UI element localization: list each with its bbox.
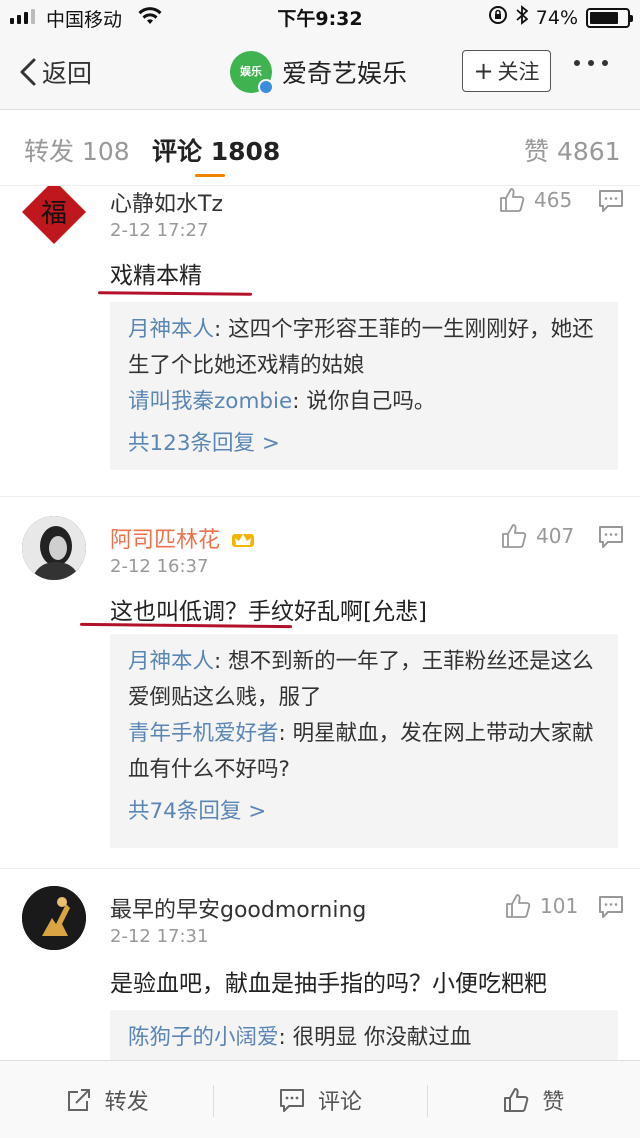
back-label: 返回 bbox=[42, 59, 93, 88]
avatar[interactable] bbox=[22, 886, 86, 950]
tab-count: 1808 bbox=[210, 137, 281, 166]
like-button[interactable]: 465 bbox=[498, 186, 572, 214]
thumbs-up-icon bbox=[504, 1087, 529, 1112]
like-count: 101 bbox=[540, 894, 579, 918]
bottom-toolbar: 转发 评论 赞 bbox=[0, 1060, 640, 1138]
active-tab-indicator bbox=[195, 174, 225, 177]
reply-item: 陈狗子的小阔爱: 很明显 你没献过血 bbox=[128, 1020, 600, 1056]
like-label: 赞 bbox=[542, 1089, 565, 1115]
chevron-left-icon bbox=[20, 58, 36, 86]
thumbs-up-icon bbox=[502, 524, 527, 548]
tab-bar: 转发 108 评论 1808 赞 4861 bbox=[0, 110, 640, 186]
comment-reply-icon[interactable] bbox=[598, 189, 624, 213]
tab-label: 评论 bbox=[152, 137, 203, 166]
tab-label: 赞 bbox=[524, 137, 550, 166]
repost-button[interactable]: 转发 bbox=[0, 1061, 213, 1138]
comment-username[interactable]: 阿司匹林花 bbox=[110, 522, 255, 554]
nav-bar: 返回 娱乐 爱奇艺娱乐 + 关注 bbox=[0, 36, 640, 110]
status-bar: 中国移动 下午9:32 74% bbox=[0, 0, 640, 36]
reply-preview[interactable]: 陈狗子的小阔爱: 很明显 你没献过血 bbox=[110, 1010, 618, 1060]
username-text: 阿司匹林花 bbox=[110, 528, 221, 553]
comment-username[interactable]: 最早的早安goodmorning bbox=[110, 892, 366, 924]
reply-item: 月神本人: 想不到新的一年了，王菲粉丝还是这么爱倒贴这么贱，服了 bbox=[128, 644, 600, 716]
divider bbox=[0, 496, 640, 497]
comment-text: 这也叫低调？手纹好乱啊[允悲] bbox=[110, 599, 427, 625]
logo-text: 娱乐 bbox=[240, 65, 262, 78]
comment-button[interactable]: 评论 bbox=[213, 1061, 426, 1138]
battery-icon bbox=[586, 7, 633, 28]
account-header[interactable]: 娱乐 爱奇艺娱乐 bbox=[230, 51, 408, 95]
reply-text: : 很明显 你没献过血 bbox=[278, 1025, 472, 1050]
avatar[interactable]: 福 bbox=[22, 186, 86, 244]
comment-reply-icon[interactable] bbox=[598, 525, 624, 549]
like-button[interactable]: 101 bbox=[504, 892, 578, 920]
reply-author[interactable]: 陈狗子的小阔爱 bbox=[128, 1025, 279, 1050]
svg-text:福: 福 bbox=[41, 199, 67, 229]
comment-text: 戏精本精 bbox=[110, 263, 202, 289]
follow-label: 关注 bbox=[497, 60, 540, 84]
account-logo: 娱乐 bbox=[230, 51, 274, 95]
comment-time: 2-12 16:37 bbox=[110, 556, 209, 577]
comment-time: 2-12 17:27 bbox=[110, 220, 209, 241]
battery-percent: 74% bbox=[535, 6, 578, 29]
reply-author[interactable]: 请叫我秦zombie bbox=[128, 389, 292, 414]
more-replies-link[interactable]: 共123条回复 > bbox=[128, 426, 600, 462]
comment-icon bbox=[279, 1088, 304, 1112]
comment-list[interactable]: 福 心静如水Tz 2-12 17:27 465 戏精本精 月神本人: 这四个字形… bbox=[0, 186, 640, 1060]
account-name: 爱奇艺娱乐 bbox=[282, 59, 408, 88]
reply-author[interactable]: 月神本人 bbox=[128, 317, 214, 342]
thumbs-up-icon bbox=[506, 894, 531, 918]
comment-text: 是验血吧，献血是抽手指的吗？小便吃粑粑 bbox=[110, 971, 547, 997]
comment-reply-icon[interactable] bbox=[598, 895, 624, 919]
red-underline-annotation bbox=[97, 291, 253, 296]
tab-comments[interactable]: 评论 1808 bbox=[152, 132, 280, 168]
follow-button[interactable]: + 关注 bbox=[462, 50, 551, 92]
plus-icon: + bbox=[473, 57, 494, 85]
reply-text: : 说你自己吗。 bbox=[292, 389, 436, 414]
reply-item: 青年手机爱好者: 明星献血，发在网上带动大家献血有什么不好吗? bbox=[128, 716, 600, 788]
reply-item: 月神本人: 这四个字形容王菲的一生刚刚好，她还生了个比她还戏精的姑娘 bbox=[128, 312, 600, 384]
like-count: 465 bbox=[534, 188, 573, 212]
comment-username[interactable]: 心静如水Tz bbox=[110, 186, 223, 218]
tab-likes[interactable]: 赞 4861 bbox=[524, 132, 621, 168]
more-replies-link[interactable]: 共74条回复 > bbox=[128, 794, 600, 830]
divider bbox=[0, 868, 640, 869]
like-count: 407 bbox=[536, 524, 575, 548]
share-icon bbox=[67, 1088, 90, 1111]
reply-preview[interactable]: 月神本人: 这四个字形容王菲的一生刚刚好，她还生了个比她还戏精的姑娘 请叫我秦z… bbox=[110, 302, 618, 470]
comment-label: 评论 bbox=[317, 1089, 362, 1115]
reply-preview[interactable]: 月神本人: 想不到新的一年了，王菲粉丝还是这么爱倒贴这么贱，服了 青年手机爱好者… bbox=[110, 634, 618, 848]
more-options-button[interactable] bbox=[574, 60, 608, 66]
avatar[interactable] bbox=[22, 516, 86, 580]
thumbs-up-icon bbox=[500, 188, 525, 212]
repost-label: 转发 bbox=[104, 1089, 149, 1115]
rotation-lock-icon bbox=[488, 5, 508, 30]
comment-time: 2-12 17:31 bbox=[110, 926, 209, 947]
reply-author[interactable]: 月神本人 bbox=[128, 649, 214, 674]
like-button[interactable]: 407 bbox=[500, 522, 574, 550]
tab-label: 转发 bbox=[24, 137, 75, 166]
tab-reposts[interactable]: 转发 108 bbox=[24, 132, 130, 168]
like-post-button[interactable]: 赞 bbox=[426, 1061, 640, 1138]
verified-badge-icon bbox=[258, 79, 274, 95]
reply-item: 请叫我秦zombie: 说你自己吗。 bbox=[128, 384, 600, 420]
vip-crown-icon bbox=[231, 528, 255, 554]
reply-author[interactable]: 青年手机爱好者 bbox=[128, 721, 279, 746]
tab-count: 4861 bbox=[556, 137, 621, 166]
tab-count: 108 bbox=[81, 137, 130, 166]
back-button[interactable]: 返回 bbox=[18, 54, 92, 90]
bluetooth-icon bbox=[516, 5, 529, 30]
